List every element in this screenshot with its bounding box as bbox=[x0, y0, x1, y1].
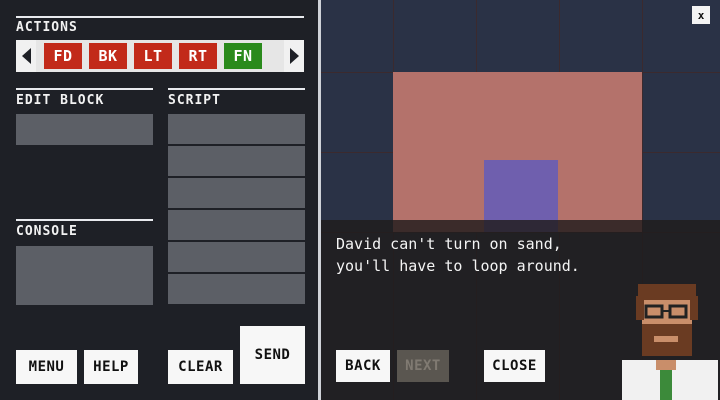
scientist-character bbox=[622, 284, 718, 400]
actions-rule bbox=[16, 16, 304, 18]
action-palette: FD BK LT RT FN bbox=[16, 40, 304, 72]
close-icon[interactable]: x bbox=[692, 6, 710, 24]
edit-block-label: EDIT BLOCK bbox=[16, 93, 105, 108]
script-slot[interactable] bbox=[168, 274, 305, 304]
action-left-turn[interactable]: LT bbox=[134, 43, 172, 69]
arrow-left-icon bbox=[21, 48, 31, 64]
clear-button[interactable]: CLEAR bbox=[168, 350, 233, 384]
help-button[interactable]: HELP bbox=[84, 350, 138, 384]
scroll-left-button[interactable] bbox=[16, 40, 36, 72]
action-right-turn[interactable]: RT bbox=[179, 43, 217, 69]
arrow-right-icon bbox=[289, 48, 299, 64]
menu-button[interactable]: MENU bbox=[16, 350, 77, 384]
edit-block-field[interactable] bbox=[16, 114, 153, 145]
scroll-right-button[interactable] bbox=[284, 40, 304, 72]
script-label: SCRIPT bbox=[168, 93, 221, 108]
script-slot[interactable] bbox=[168, 114, 305, 144]
dialog-text: David can't turn on sand, you'll have to… bbox=[336, 235, 580, 275]
script-slot[interactable] bbox=[168, 146, 305, 176]
script-slot[interactable] bbox=[168, 242, 305, 272]
next-button[interactable]: NEXT bbox=[397, 350, 449, 382]
edit-block-rule bbox=[16, 88, 153, 90]
script-slot[interactable] bbox=[168, 178, 305, 208]
action-function[interactable]: FN bbox=[224, 43, 262, 69]
console-output bbox=[16, 246, 153, 305]
console-rule bbox=[16, 219, 153, 221]
script-rule bbox=[168, 88, 305, 90]
close-button[interactable]: CLOSE bbox=[484, 350, 545, 382]
control-panel: ACTIONS FD BK LT RT FN EDIT BLOCK SCRIPT… bbox=[0, 0, 318, 400]
back-button[interactable]: BACK bbox=[336, 350, 390, 382]
actions-label: ACTIONS bbox=[16, 20, 78, 35]
send-button[interactable]: SEND bbox=[240, 326, 305, 384]
script-slot[interactable] bbox=[168, 210, 305, 240]
action-forward[interactable]: FD bbox=[44, 43, 82, 69]
action-back[interactable]: BK bbox=[89, 43, 127, 69]
console-label: CONSOLE bbox=[16, 224, 78, 239]
